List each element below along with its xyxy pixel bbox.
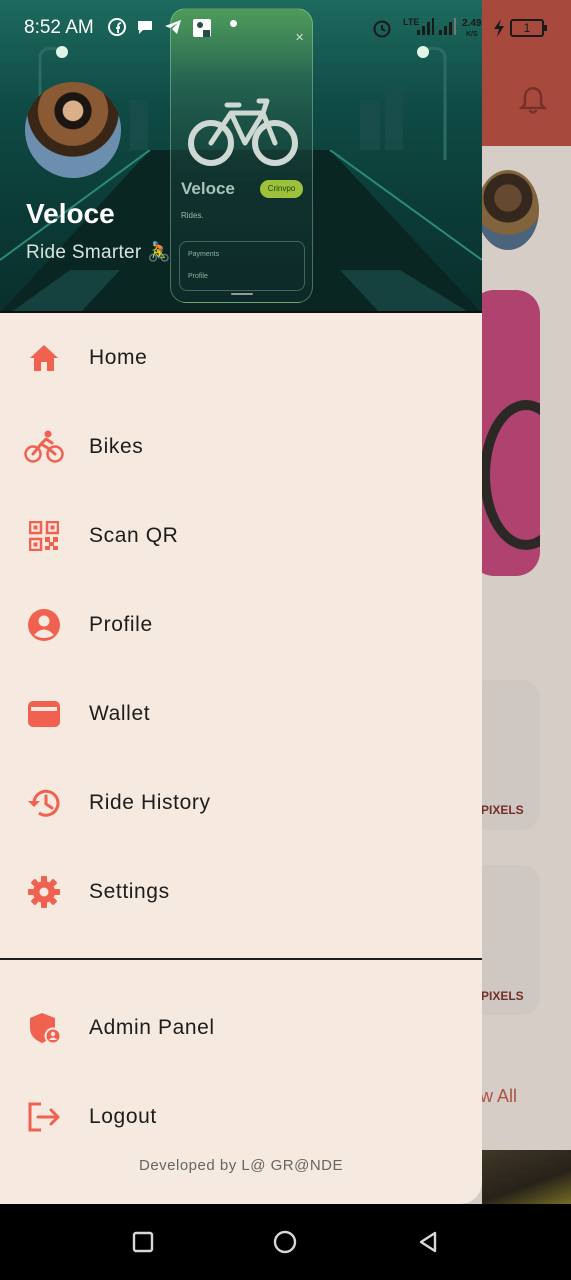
menu-item-label: Settings [89, 879, 170, 903]
admin-shield-icon [24, 1008, 64, 1048]
mock-app-title: Veloce [181, 179, 235, 198]
network-speed-unit: K/S [466, 31, 478, 38]
chat-icon [138, 21, 152, 34]
mock-row-profile: Profile [188, 273, 208, 280]
navigation-drawer: ✕ Veloce Crinvpo Rides. Payments Profile… [0, 0, 482, 1204]
menu-item-settings[interactable]: Settings [0, 847, 482, 936]
menu-item-label: Scan QR [89, 523, 179, 547]
back-icon[interactable] [416, 1230, 440, 1254]
system-navigation-bar [0, 1204, 571, 1280]
menu-item-label: Bikes [89, 434, 144, 458]
network-speed: 2.49 [462, 18, 482, 29]
drawer-menu: Home Bikes Scan QR Profile Wallet Ride H… [0, 313, 482, 936]
menu-item-wallet[interactable]: Wallet [0, 669, 482, 758]
app-name: Veloce [26, 198, 115, 229]
qr-code-icon [24, 516, 64, 556]
menu-item-label: Home [89, 345, 148, 369]
profile-icon [24, 605, 64, 645]
menu-item-home[interactable]: Home [0, 313, 482, 402]
status-bar: 8:52 AM LTE 2.49 K/S 1 [0, 0, 571, 58]
alarm-icon [373, 20, 391, 38]
mock-subtitle: Rides. [181, 211, 204, 220]
gear-icon [24, 872, 64, 912]
menu-item-logout[interactable]: Logout [0, 1072, 482, 1161]
wallet-icon [24, 694, 64, 734]
menu-item-label: Admin Panel [89, 1015, 215, 1039]
charging-icon [494, 19, 504, 37]
menu-item-label: Ride History [89, 790, 211, 814]
developer-credit: Developed by L@ GR@NDE [138, 1157, 344, 1174]
menu-item-label: Wallet [89, 701, 151, 725]
avatar[interactable] [25, 82, 121, 178]
menu-item-bikes[interactable]: Bikes [0, 402, 482, 491]
bike-icon [24, 427, 64, 467]
menu-item-label: Logout [89, 1104, 157, 1128]
gallery-icon [193, 19, 211, 37]
status-time: 8:52 AM [24, 17, 94, 38]
menu-item-ride-history[interactable]: Ride History [0, 758, 482, 847]
mock-home-bar [231, 293, 253, 295]
recent-apps-icon[interactable] [131, 1230, 155, 1254]
bicycle-icon [188, 98, 298, 166]
mock-card: Payments Profile [179, 241, 305, 291]
notification-dot-icon [230, 20, 237, 27]
home-button-icon[interactable] [273, 1230, 297, 1254]
drawer-secondary-menu: Admin Panel Logout [0, 983, 482, 1161]
logout-icon [24, 1097, 64, 1137]
signal-icon [439, 18, 456, 35]
mock-row-payments: Payments [188, 251, 220, 258]
battery-icon: 1 [510, 19, 547, 37]
screen: PIXELS PIXELS w All ✕ Veloce Crinvpo Rid… [0, 0, 571, 1280]
menu-item-label: Profile [89, 612, 153, 636]
menu-item-admin-panel[interactable]: Admin Panel [0, 983, 482, 1072]
history-icon [24, 783, 64, 823]
menu-item-profile[interactable]: Profile [0, 580, 482, 669]
facebook-icon [108, 18, 126, 36]
telegram-icon [165, 20, 181, 34]
home-icon [24, 338, 64, 378]
menu-item-scan-qr[interactable]: Scan QR [0, 491, 482, 580]
signal-icon [417, 18, 434, 35]
app-tagline: Ride Smarter 🚴 [26, 242, 172, 263]
mock-pill: Crinvpo [260, 180, 303, 198]
menu-divider [0, 958, 482, 960]
